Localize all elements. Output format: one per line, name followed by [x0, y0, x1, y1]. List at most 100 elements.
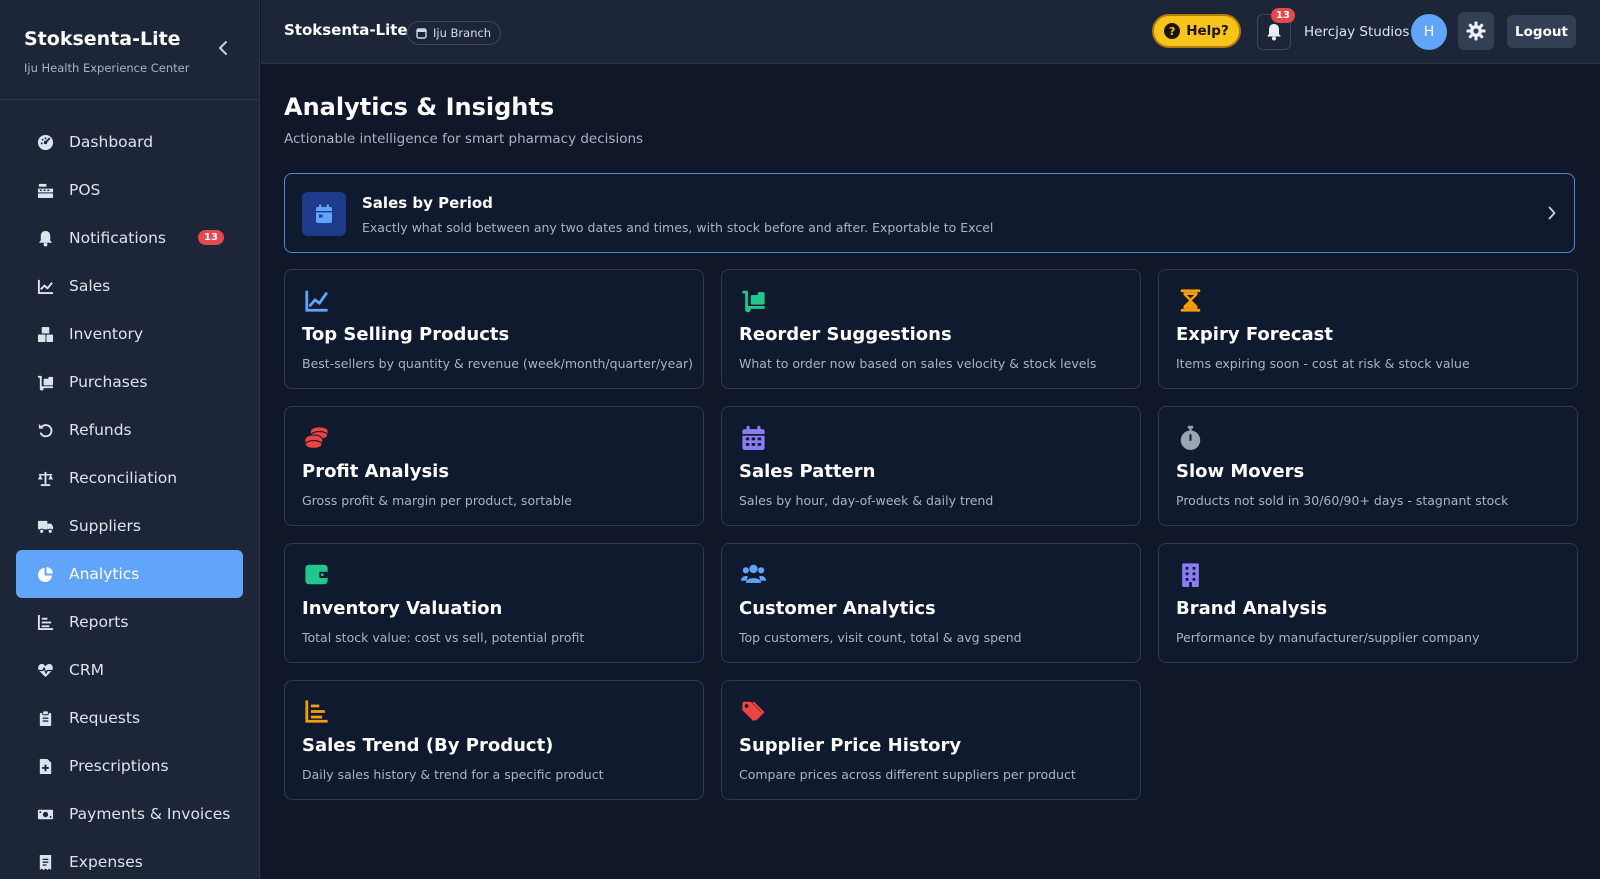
question-icon: ?	[1164, 23, 1181, 39]
gear-icon	[1466, 21, 1486, 41]
sidebar-nav: Dashboard POS Notifications 13 Sales Inventor…	[0, 100, 259, 879]
sidebar-item-requests[interactable]: Requests	[16, 694, 243, 742]
card-description: Gross profit & margin per product, sorta…	[302, 493, 572, 508]
sales-by-period-title: Sales by Period	[362, 194, 493, 212]
card-description: Best-sellers by quantity & revenue (week…	[302, 356, 693, 371]
sidebar-item-label: CRM	[69, 661, 104, 679]
wallet-icon	[302, 560, 330, 588]
sidebar-item-dashboard[interactable]: Dashboard	[16, 118, 243, 166]
sidebar-item-label: Suppliers	[69, 517, 141, 535]
sidebar-item-pos[interactable]: POS	[16, 166, 243, 214]
card-title: Inventory Valuation	[302, 598, 503, 619]
bell-icon	[1267, 24, 1281, 41]
dolly-icon	[739, 286, 767, 314]
calendar-icon	[302, 192, 346, 236]
card-title: Customer Analytics	[739, 598, 936, 619]
help-button[interactable]: ? Help?	[1152, 14, 1241, 48]
bell-icon	[36, 229, 54, 247]
sidebar-item-reports[interactable]: Reports	[16, 598, 243, 646]
truck-icon	[36, 517, 54, 535]
card-title: Sales Trend (By Product)	[302, 735, 554, 756]
sales-pattern-card[interactable]: Sales Pattern Sales by hour, day-of-week …	[721, 406, 1141, 526]
tags-icon	[739, 697, 767, 725]
sidebar-item-label: Prescriptions	[69, 757, 169, 775]
inventory-valuation-card[interactable]: Inventory Valuation Total stock value: co…	[284, 543, 704, 663]
top-selling-products-card[interactable]: Top Selling Products Best-sellers by quan…	[284, 269, 704, 389]
supplier-price-history-card[interactable]: Supplier Price History Compare prices acr…	[721, 680, 1141, 800]
card-description: What to order now based on sales velocit…	[739, 356, 1097, 371]
scale-icon	[36, 469, 54, 487]
page-title: Analytics & Insights	[284, 93, 555, 121]
sidebar-item-label: Analytics	[69, 565, 140, 583]
card-description: Sales by hour, day-of-week & daily trend	[739, 493, 994, 508]
reorder-suggestions-card[interactable]: Reorder Suggestions What to order now bas…	[721, 269, 1141, 389]
slow-movers-card[interactable]: Slow Movers Products not sold in 30/60/90…	[1158, 406, 1578, 526]
building-icon	[1176, 560, 1204, 588]
sidebar-item-label: Requests	[69, 709, 141, 727]
sidebar-item-label: Payments & Invoices	[69, 805, 231, 823]
profit-analysis-card[interactable]: Profit Analysis Gross profit & margin per…	[284, 406, 704, 526]
sidebar-item-inventory[interactable]: Inventory	[16, 310, 243, 358]
undo-icon	[36, 421, 54, 439]
sidebar-item-suppliers[interactable]: Suppliers	[16, 502, 243, 550]
card-description: Total stock value: cost vs sell, potenti…	[302, 630, 585, 645]
card-description: Top customers, visit count, total & avg …	[739, 630, 1022, 645]
avatar[interactable]: H	[1411, 14, 1447, 50]
branch-chip[interactable]: Iju Branch	[407, 21, 502, 45]
sidebar-item-expenses[interactable]: Expenses	[16, 838, 243, 879]
brand-block: Stoksenta-Lite Iju Health Experience Cen…	[0, 0, 259, 100]
card-title: Supplier Price History	[739, 735, 962, 756]
boxes-icon	[36, 325, 54, 343]
sidebar-item-label: Refunds	[69, 421, 132, 439]
card-title: Brand Analysis	[1176, 598, 1328, 619]
expiry-forecast-card[interactable]: Expiry Forecast Items expiring soon - cos…	[1158, 269, 1578, 389]
calendar-grid-icon	[739, 423, 767, 451]
sidebar-item-reconciliation[interactable]: Reconciliation	[16, 454, 243, 502]
collapse-sidebar-button[interactable]	[213, 38, 233, 58]
sales-by-period-card[interactable]: Sales by Period Exactly what sold betwee…	[284, 173, 1575, 253]
heart-pulse-icon	[36, 661, 54, 679]
sidebar-item-prescriptions[interactable]: Prescriptions	[16, 742, 243, 790]
card-description: Compare prices across different supplier…	[739, 767, 1076, 782]
top-header: Stoksenta-Lite Iju Branch ? Help? 13 Her…	[261, 0, 1600, 64]
file-medical-icon	[36, 757, 54, 775]
sidebar-item-purchases[interactable]: Purchases	[16, 358, 243, 406]
sidebar-item-sales[interactable]: Sales	[16, 262, 243, 310]
sales-by-period-description: Exactly what sold between any two dates …	[362, 220, 994, 235]
sidebar-item-label: Reconciliation	[69, 469, 178, 487]
stopwatch-icon	[1176, 423, 1204, 451]
header-title: Stoksenta-Lite	[284, 21, 408, 39]
card-title: Sales Pattern	[739, 461, 876, 482]
sidebar-item-label: Expenses	[69, 853, 143, 871]
card-title: Expiry Forecast	[1176, 324, 1333, 345]
sidebar-item-crm[interactable]: CRM	[16, 646, 243, 694]
coins-icon	[302, 423, 330, 451]
sidebar-item-notifications[interactable]: Notifications 13	[16, 214, 243, 262]
pie-chart-icon	[36, 565, 54, 583]
notification-count-badge: 13	[198, 230, 224, 245]
sidebar-item-refunds[interactable]: Refunds	[16, 406, 243, 454]
line-chart-icon	[36, 277, 54, 295]
help-label: Help?	[1186, 23, 1229, 39]
settings-button[interactable]	[1458, 12, 1494, 50]
cash-register-icon	[36, 181, 54, 199]
customer-analytics-card[interactable]: Customer Analytics Top customers, visit c…	[721, 543, 1141, 663]
sidebar-item-label: POS	[69, 181, 101, 199]
logout-button[interactable]: Logout	[1507, 15, 1576, 48]
card-description: Products not sold in 30/60/90+ days - st…	[1176, 493, 1509, 508]
user-name: Hercjay Studios	[1304, 24, 1410, 40]
store-icon	[416, 27, 427, 39]
sidebar-item-label: Notifications	[69, 229, 167, 247]
brand-analysis-card[interactable]: Brand Analysis Performance by manufacture…	[1158, 543, 1578, 663]
sidebar-item-analytics[interactable]: Analytics	[16, 550, 243, 598]
card-description: Performance by manufacturer/supplier com…	[1176, 630, 1480, 645]
card-title: Reorder Suggestions	[739, 324, 952, 345]
card-title: Slow Movers	[1176, 461, 1305, 482]
sales-trend-by-product-card[interactable]: Sales Trend (By Product) Daily sales hist…	[284, 680, 704, 800]
sidebar-item-payments-invoices[interactable]: Payments & Invoices	[16, 790, 243, 838]
chevron-right-icon	[1544, 204, 1560, 222]
bar-chart-icon	[36, 613, 54, 631]
users-icon	[739, 560, 767, 588]
receipt-icon	[36, 853, 54, 871]
branch-label: Iju Branch	[433, 26, 492, 40]
